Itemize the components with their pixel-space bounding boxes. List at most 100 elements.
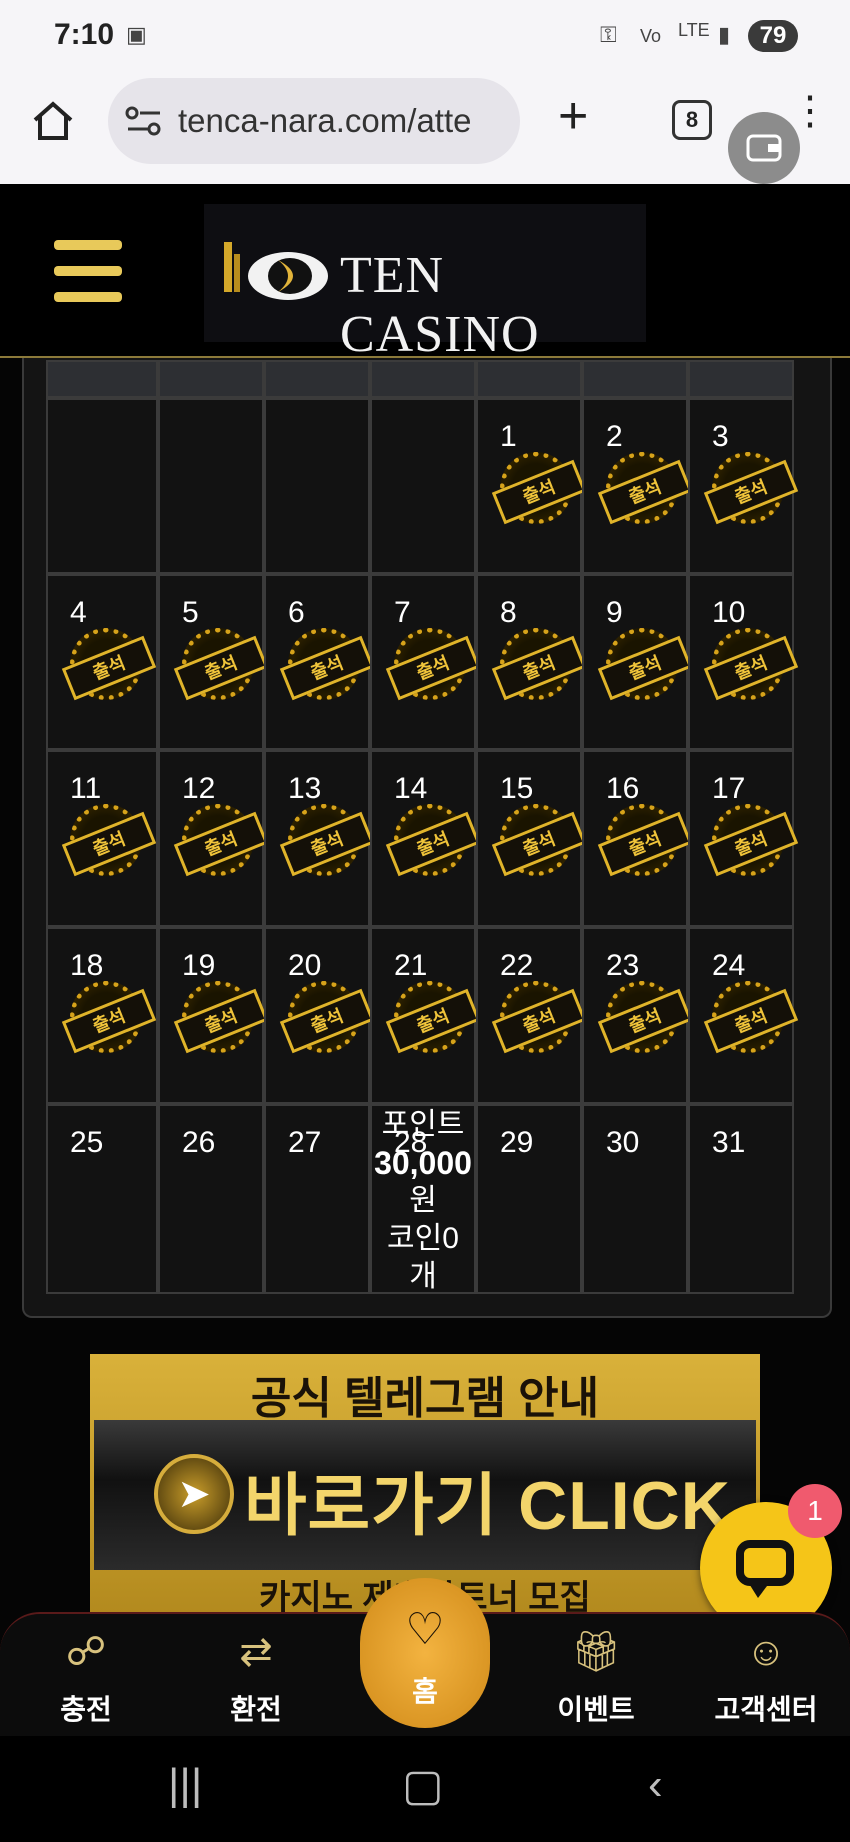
banner-title: 공식 텔레그램 안내 (250, 1374, 600, 1423)
site-logo[interactable]: TEN CASINO (204, 204, 646, 363)
day-number: 19 (182, 949, 216, 982)
calendar-day-cell: 4 출석 (46, 574, 158, 750)
url-text[interactable]: tenca-nara.com/atte (178, 102, 514, 140)
day-number: 24 (712, 949, 746, 982)
attendance-stamp-icon: 출석 (491, 804, 587, 877)
calendar-day-cell (264, 398, 370, 574)
floating-window-button[interactable] (728, 112, 800, 184)
volte-icon: Vo (640, 26, 662, 46)
attendance-stamp-icon: 출석 (385, 804, 481, 877)
nav-exchange-label: 환전 (230, 1694, 282, 1725)
attendance-stamp-icon: 출석 (279, 804, 375, 877)
recent-apps-button[interactable]: ||| (168, 1760, 202, 1810)
support-agent-icon: ☺ (745, 1630, 787, 1674)
stamp-label: 출석 (61, 988, 157, 1054)
nav-exchange[interactable]: ⇄ 환전 (186, 1614, 326, 1738)
calendar-day-cell: 7 출석 (370, 574, 481, 750)
attendance-stamp-icon: 출석 (61, 804, 157, 877)
address-bar[interactable]: tenca-nara.com/atte (108, 78, 520, 164)
calendar-day-cell (370, 398, 476, 574)
day-number: 7 (394, 596, 411, 629)
point-unit: 원 (409, 1184, 437, 1217)
new-tab-icon[interactable]: + (558, 86, 588, 146)
system-home-button[interactable]: ▢ (402, 1760, 444, 1811)
chat-icon-tail (748, 1582, 770, 1598)
site-settings-icon[interactable] (124, 104, 164, 138)
menu-icon[interactable] (54, 240, 122, 302)
calendar-day-cell: 13 출석 (264, 750, 375, 927)
status-bar: 7:10 ▣ ⚿ Vo LTE ▮ 79 (0, 0, 850, 72)
network-label: LTE (678, 20, 710, 40)
stamp-label: 출석 (491, 459, 587, 525)
nav-charge-label: 충전 (60, 1694, 112, 1725)
attendance-stamp-icon: 출석 (703, 628, 799, 701)
day-number: 18 (70, 949, 104, 982)
attendance-stamp-icon: 출석 (597, 804, 693, 877)
calendar-day-cell: 3 출석 (688, 398, 799, 574)
attendance-stamp-icon: 출석 (173, 628, 269, 701)
attendance-stamp-icon: 출석 (385, 981, 481, 1054)
attendance-stamp-icon: 출석 (491, 981, 587, 1054)
day-number: 11 (70, 772, 102, 805)
banner-click-text: 바로가기 CLICK (244, 1468, 731, 1544)
day-number: 15 (500, 772, 534, 805)
attendance-stamp-icon: 출석 (703, 981, 799, 1054)
stamp-label: 출석 (491, 635, 587, 701)
nav-charge[interactable]: ☍ 충전 (16, 1614, 156, 1738)
calendar-day-cell: 14 출석 (370, 750, 481, 927)
stamp-label: 출석 (173, 988, 269, 1054)
exchange-icon: ⇄ (239, 1630, 273, 1674)
more-menu-icon[interactable]: ⋮ (790, 88, 830, 134)
stamp-label: 출석 (703, 635, 799, 701)
day-number: 13 (288, 772, 322, 805)
banner-click-area[interactable]: ➤ 바로가기 CLICK (94, 1420, 756, 1570)
day-number: 17 (712, 772, 746, 805)
stamp-label: 출석 (279, 988, 375, 1054)
calendar-day-cell: 21 출석 (370, 927, 481, 1104)
nav-event[interactable]: 🎁︎ 이벤트 (526, 1614, 666, 1738)
calendar-day-cell: 9 출석 (582, 574, 693, 750)
weekday-header-cell (688, 360, 794, 398)
coin-count: 코인0 (387, 1222, 459, 1255)
day-number: 20 (288, 949, 322, 982)
nav-home-label: 홈 (412, 1676, 438, 1707)
home-icon[interactable] (30, 98, 76, 144)
telegram-banner[interactable]: 공식 텔레그램 안내 ➤ 바로가기 CLICK 카지노 제휴파트너 모집 (90, 1354, 760, 1617)
stamp-label: 출석 (703, 811, 799, 877)
stamp-label: 출석 (491, 811, 587, 877)
calendar-day-cell: 2 출석 (582, 398, 693, 574)
wallet-icon (746, 134, 782, 162)
screenshot-icon: ▣ (126, 22, 147, 47)
calendar-day-cell: 26 (158, 1104, 264, 1294)
nav-home[interactable]: ♡ 홈 (360, 1578, 490, 1728)
day-number: 10 (712, 596, 746, 629)
day-number: 9 (606, 596, 623, 629)
day-number: 25 (70, 1126, 104, 1159)
system-back-button[interactable]: ‹ (648, 1760, 663, 1810)
day-number: 3 (712, 420, 729, 453)
day-number: 12 (182, 772, 216, 805)
calendar-day-cell: 12 출석 (158, 750, 269, 927)
attendance-stamp-icon: 출석 (279, 628, 375, 701)
day-number: 14 (394, 772, 428, 805)
calendar-day-cell: 5 출석 (158, 574, 269, 750)
clock: 7:10 (54, 18, 115, 51)
calendar-day-cell: 19 출석 (158, 927, 269, 1104)
day-number: 30 (606, 1126, 640, 1159)
chat-unread-badge: 1 (788, 1484, 842, 1538)
battery-indicator: 79 (748, 20, 798, 52)
stamp-label: 출석 (597, 635, 693, 701)
point-amount: 30,000 (374, 1145, 472, 1181)
day-number: 2 (606, 420, 623, 453)
day-number: 23 (606, 949, 640, 982)
calendar-day-cell: 17 출석 (688, 750, 799, 927)
stamp-label: 출석 (385, 988, 481, 1054)
stamp-label: 출석 (703, 988, 799, 1054)
attendance-stamp-icon: 출석 (597, 981, 693, 1054)
nav-support[interactable]: ☺ 고객센터 (696, 1614, 836, 1738)
attendance-stamp-icon: 출석 (703, 452, 799, 525)
attendance-stamp-icon: 출석 (491, 452, 587, 525)
attendance-stamp-icon: 출석 (703, 804, 799, 877)
weekday-header-cell (46, 360, 158, 398)
tab-switcher-button[interactable]: 8 (672, 100, 712, 140)
